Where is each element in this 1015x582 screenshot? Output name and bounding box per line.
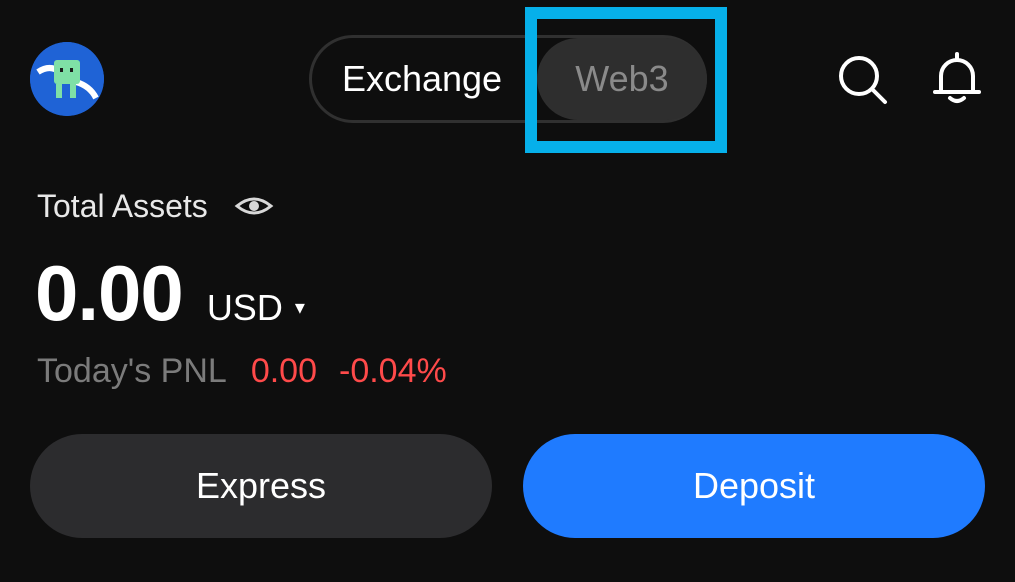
tab-exchange[interactable]: Exchange bbox=[312, 38, 532, 120]
pnl-percent: -0.04% bbox=[339, 352, 447, 390]
todays-pnl-row: Today's PNL 0.00 -0.04% bbox=[37, 352, 447, 391]
total-assets-label: Total Assets bbox=[37, 187, 208, 224]
search-icon bbox=[839, 56, 887, 104]
tab-web3[interactable]: Web3 bbox=[537, 38, 707, 120]
bell-icon bbox=[933, 52, 981, 103]
currency-selector[interactable]: USD bbox=[207, 287, 283, 329]
pnl-label: Today's PNL bbox=[37, 352, 227, 390]
search-button[interactable] bbox=[833, 50, 893, 110]
avatar-character-icon bbox=[30, 42, 104, 116]
pnl-value: 0.00 bbox=[250, 352, 317, 390]
home-screen: Exchange Web3 Total Assets 0.00 USD ▾ To… bbox=[0, 0, 1015, 582]
deposit-button[interactable]: Deposit bbox=[523, 434, 985, 538]
profile-avatar[interactable] bbox=[30, 42, 104, 116]
notifications-button[interactable] bbox=[927, 48, 987, 108]
express-button[interactable]: Express bbox=[30, 434, 492, 538]
chevron-down-icon[interactable]: ▾ bbox=[295, 295, 305, 320]
balance-row: 0.00 USD ▾ bbox=[35, 248, 305, 339]
total-assets-header: Total Assets bbox=[37, 186, 274, 226]
total-balance-value: 0.00 bbox=[35, 249, 184, 337]
eye-icon[interactable] bbox=[234, 186, 274, 226]
account-mode-toggle: Exchange Web3 bbox=[309, 35, 707, 123]
